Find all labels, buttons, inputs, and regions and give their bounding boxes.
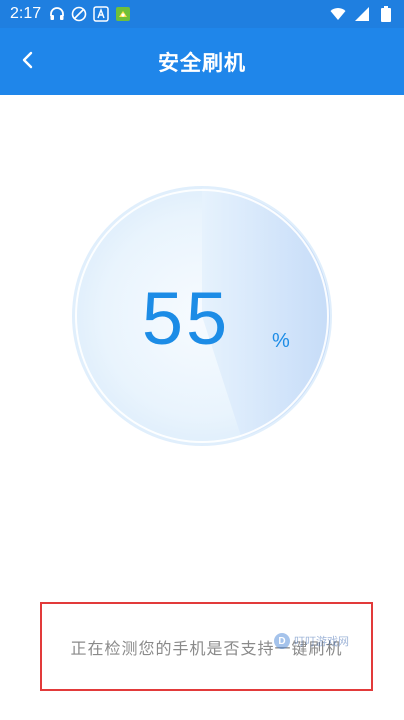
progress-indicator: 55 % — [72, 178, 332, 454]
progress-value: 55 — [72, 276, 332, 361]
back-button[interactable] — [10, 42, 46, 78]
cellular-icon — [354, 6, 370, 22]
headphones-icon — [49, 6, 65, 22]
status-bar: 2:17 — [0, 0, 404, 28]
progress-unit: % — [272, 330, 290, 352]
battery-icon — [378, 6, 394, 22]
watermark-text: 叮叮游戏网 — [294, 636, 349, 648]
app-bar: 安全刷机 — [0, 28, 404, 95]
watermark-badge: D — [274, 633, 290, 649]
chevron-left-icon — [22, 51, 33, 69]
game-app-icon — [115, 6, 131, 22]
page-title: 安全刷机 — [158, 50, 246, 75]
wifi-icon — [330, 6, 346, 22]
status-left-icons — [49, 6, 131, 22]
status-right-icons — [330, 6, 394, 22]
a-app-icon — [93, 6, 109, 22]
progress-value-text: 55 — [141, 277, 231, 360]
watermark-logo: D 叮叮游戏网 — [274, 630, 364, 652]
status-time: 2:17 — [10, 5, 42, 22]
blocked-sync-icon — [71, 6, 87, 22]
